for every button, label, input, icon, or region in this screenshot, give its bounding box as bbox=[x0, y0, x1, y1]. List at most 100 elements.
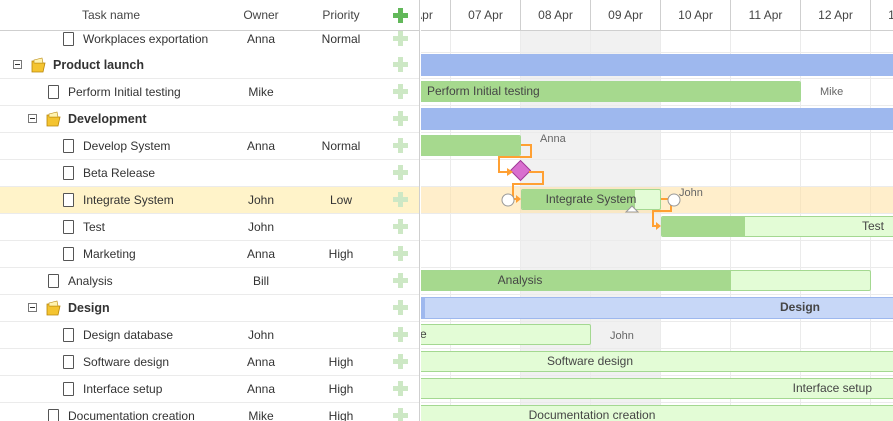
file-icon bbox=[63, 32, 74, 46]
link-arrow bbox=[656, 222, 661, 230]
task-priority bbox=[300, 268, 382, 294]
folder-icon bbox=[31, 57, 46, 73]
add-subtask-plus-icon[interactable] bbox=[393, 273, 408, 288]
file-icon bbox=[63, 139, 74, 153]
gantt-chart: Perform Initial testing Mike Anna Integr… bbox=[421, 0, 893, 421]
task-priority: Normal bbox=[321, 139, 361, 153]
task-name: Integrate System bbox=[83, 193, 174, 207]
add-task-plus-icon[interactable] bbox=[393, 8, 408, 23]
task-name: Beta Release bbox=[83, 166, 156, 180]
add-subtask-plus-icon[interactable] bbox=[393, 138, 408, 153]
file-icon bbox=[63, 247, 74, 261]
task-row-perform-initial-testing[interactable]: Perform Initial testing Mike bbox=[0, 79, 419, 106]
collapse-toggle-icon[interactable] bbox=[28, 303, 37, 312]
task-priority bbox=[300, 322, 382, 348]
add-subtask-plus-icon[interactable] bbox=[393, 192, 408, 207]
file-icon bbox=[48, 85, 59, 99]
add-subtask-plus-icon[interactable] bbox=[393, 165, 408, 180]
task-row-documentation-creation[interactable]: Documentation creation Mike High bbox=[0, 403, 419, 421]
add-subtask-plus-icon[interactable] bbox=[393, 111, 408, 126]
add-subtask-plus-icon[interactable] bbox=[393, 246, 408, 261]
task-owner: Anna bbox=[246, 382, 276, 396]
task-name: Develop System bbox=[83, 139, 171, 153]
task-owner: Mike bbox=[248, 85, 274, 99]
task-row-beta-release[interactable]: Beta Release bbox=[0, 160, 419, 187]
task-name: Software design bbox=[83, 355, 170, 369]
task-row-develop-system[interactable]: Develop System Anna Normal bbox=[0, 133, 419, 160]
task-row-software-design[interactable]: Software design Anna High bbox=[0, 349, 419, 376]
task-name: Design database bbox=[83, 328, 174, 342]
file-icon bbox=[48, 409, 59, 421]
task-priority: High bbox=[328, 355, 354, 369]
folder-icon bbox=[46, 111, 61, 127]
link-develop-to-beta bbox=[498, 144, 532, 173]
task-name: Product launch bbox=[53, 58, 144, 72]
scale-date: 13 Apr bbox=[871, 0, 893, 30]
task-row-interface-setup[interactable]: Interface setup Anna High bbox=[0, 376, 419, 403]
task-row-marketing[interactable]: Marketing Anna High bbox=[0, 241, 419, 268]
task-priority: Low bbox=[329, 193, 352, 207]
scale-date: 06 Apr bbox=[421, 0, 451, 30]
task-row-product-launch[interactable]: Product launch bbox=[0, 52, 419, 79]
task-priority bbox=[300, 160, 382, 186]
collapse-toggle-icon[interactable] bbox=[13, 60, 22, 69]
add-subtask-plus-icon[interactable] bbox=[393, 381, 408, 396]
task-row-design[interactable]: Design bbox=[0, 295, 419, 322]
scale-date: 11 Apr bbox=[731, 0, 801, 30]
task-name: Design bbox=[68, 301, 110, 315]
task-name: Development bbox=[68, 112, 147, 126]
task-priority: High bbox=[328, 247, 354, 261]
task-row-design-database[interactable]: Design database John bbox=[0, 322, 419, 349]
task-priority bbox=[300, 79, 382, 105]
task-owner: Mike bbox=[248, 409, 274, 421]
file-icon bbox=[63, 166, 74, 180]
task-priority: High bbox=[328, 409, 354, 421]
link-handle-right bbox=[667, 193, 681, 207]
folder-icon bbox=[46, 300, 61, 316]
link-beta-to-integrate bbox=[512, 171, 544, 200]
add-subtask-plus-icon[interactable] bbox=[393, 327, 408, 342]
task-name: Test bbox=[83, 220, 106, 234]
column-header-task-name-label: Task name bbox=[81, 8, 141, 22]
add-subtask-plus-icon[interactable] bbox=[393, 408, 408, 421]
add-subtask-plus-icon[interactable] bbox=[393, 354, 408, 369]
task-row-analysis[interactable]: Analysis Bill bbox=[0, 268, 419, 295]
file-icon bbox=[63, 193, 74, 207]
grid-header-overlay: Task name Owner Priority bbox=[0, 0, 419, 31]
file-icon bbox=[48, 274, 59, 288]
link-arrow bbox=[516, 195, 521, 203]
add-subtask-plus-icon[interactable] bbox=[393, 31, 408, 46]
task-owner: Anna bbox=[246, 247, 276, 261]
add-subtask-plus-icon[interactable] bbox=[393, 84, 408, 99]
column-header-priority-label: Priority bbox=[322, 8, 360, 22]
task-name: Documentation creation bbox=[68, 409, 195, 421]
progress-drag-handle bbox=[624, 205, 640, 213]
task-name: Marketing bbox=[83, 247, 136, 261]
task-owner: Anna bbox=[246, 355, 276, 369]
task-owner: John bbox=[247, 328, 275, 342]
task-priority: High bbox=[328, 382, 354, 396]
collapse-toggle-icon[interactable] bbox=[28, 114, 37, 123]
scale-date: 08 Apr bbox=[521, 0, 591, 30]
add-subtask-plus-icon[interactable] bbox=[393, 300, 408, 315]
add-subtask-plus-icon[interactable] bbox=[393, 219, 408, 234]
column-header-owner-label: Owner bbox=[243, 8, 279, 22]
task-name: Analysis bbox=[68, 274, 113, 288]
timeline-scale: 06 Apr 07 Apr 08 Apr 09 Apr 10 Apr 11 Ap… bbox=[421, 0, 893, 31]
task-name: Interface setup bbox=[83, 382, 163, 396]
file-icon bbox=[63, 382, 74, 396]
file-icon bbox=[63, 328, 74, 342]
scale-date: 12 Apr bbox=[801, 0, 871, 30]
task-owner bbox=[222, 160, 300, 186]
dependency-links bbox=[498, 144, 681, 230]
task-row-integrate-system[interactable]: Integrate System John Low bbox=[0, 187, 419, 214]
task-name: Perform Initial testing bbox=[68, 85, 181, 99]
task-owner: Anna bbox=[246, 139, 276, 153]
add-subtask-plus-icon[interactable] bbox=[393, 57, 408, 72]
scale-date: 10 Apr bbox=[661, 0, 731, 30]
file-icon bbox=[63, 220, 74, 234]
task-owner: Bill bbox=[252, 274, 269, 288]
task-grid: Task name Owner Priority Workplaces expo… bbox=[0, 0, 420, 421]
task-row-development[interactable]: Development bbox=[0, 106, 419, 133]
task-row-test[interactable]: Test John bbox=[0, 214, 419, 241]
